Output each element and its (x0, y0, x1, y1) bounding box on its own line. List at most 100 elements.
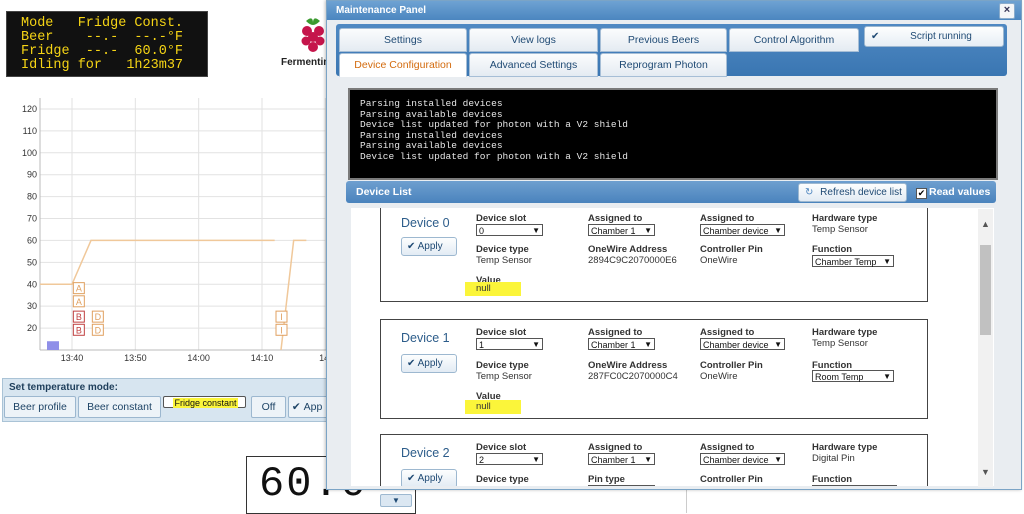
onewire-address-value: 287FC0C2070000C4 (588, 371, 678, 382)
assigned-to-label-2: Assigned to (700, 327, 755, 338)
lcd-row-beer: Beer --.- --.-°F (21, 30, 184, 45)
off-button[interactable]: Off (251, 396, 286, 418)
console-line: Device list updated for photon with a V2… (360, 119, 628, 130)
hardware-type-label: Hardware type (812, 442, 878, 453)
tab-reprogram-photon[interactable]: Reprogram Photon (600, 53, 727, 77)
device-type-value: Temp Sensor (476, 371, 532, 382)
divider (686, 488, 687, 513)
assigned-to-value: Chamber 1 (591, 226, 636, 236)
device-slot-value: 1 (479, 340, 485, 350)
annotation-label: B (76, 325, 82, 335)
device-name: Device 2 (401, 446, 450, 460)
check-icon: ✔ (407, 358, 416, 369)
device-name: Device 0 (401, 216, 450, 230)
chart-svg: 20 30 40 50 60 70 80 90 100 110 120 13:40 13:50 14:00… (22, 98, 332, 363)
data-bar (47, 341, 59, 350)
assigned-to-select[interactable]: Chamber 1 ▼ (588, 338, 655, 350)
assigned-to-label-2: Assigned to (700, 213, 755, 224)
refresh-device-list-button[interactable]: ↻ Refresh device list (798, 183, 907, 202)
tab-previous-beers[interactable]: Previous Beers (600, 28, 727, 52)
apply-device-button[interactable]: ✔ Apply (401, 237, 457, 256)
beer-profile-button[interactable]: Beer profile (4, 396, 76, 418)
lcd-row-fridge: Fridge --.- 60.0°F (21, 44, 184, 59)
device-slot-select[interactable]: 0 ▼ (476, 224, 543, 236)
assigned-to-value: Chamber 1 (591, 340, 636, 350)
script-status-button[interactable]: ✔ Script running (864, 26, 1004, 47)
assigned-to-label: Assigned to (588, 327, 643, 338)
device-slot-select[interactable]: 2 ▼ (476, 453, 543, 465)
check-icon: ✔ (407, 241, 416, 252)
console-line: Parsing available devices (360, 140, 503, 151)
beer-constant-button[interactable]: Beer constant (78, 396, 161, 418)
device-slot-label: Device slot (476, 213, 527, 224)
assigned-to-select[interactable]: Chamber 1 ▼ (588, 224, 655, 236)
device-type-value: Temp Sensor (476, 255, 532, 266)
assigned-device-select[interactable]: Chamber device ▼ (700, 224, 785, 236)
controller-pin-value: OneWire (700, 371, 738, 382)
log-console: Parsing installed devices Parsing availa… (348, 88, 998, 180)
tab-advanced-settings[interactable]: Advanced Settings (469, 53, 598, 77)
device-slot-select[interactable]: 1 ▼ (476, 338, 543, 350)
y-tick-label: 70 (27, 214, 37, 224)
annotation-label: D (95, 325, 102, 335)
x-tick-label: 14:00 (187, 353, 210, 363)
y-tick-label: 30 (27, 301, 37, 311)
raspberry-logo-icon (298, 15, 328, 55)
apply-device-button[interactable]: ✔ Apply (401, 354, 457, 373)
refresh-icon: ↻ (805, 187, 814, 198)
assigned-to-value: Chamber 1 (591, 455, 636, 465)
tab-device-configuration[interactable]: Device Configuration (339, 53, 467, 77)
device-value: null (465, 282, 521, 296)
annotation-label: B (76, 312, 82, 322)
device-name: Device 1 (401, 331, 450, 345)
function-label: Function (812, 474, 853, 485)
device-list-scrollbar[interactable]: ▲ ▼ (978, 209, 993, 487)
onewire-address-label: OneWire Address (588, 244, 668, 255)
device-slot-label: Device slot (476, 442, 527, 453)
temperature-chart: 20 30 40 50 60 70 80 90 100 110 120 13:40 13:50 14:00… (0, 88, 332, 368)
y-tick-label: 60 (27, 235, 37, 245)
annotation-label: I (280, 312, 283, 322)
tab-settings[interactable]: Settings (339, 28, 467, 52)
assigned-device-select[interactable]: Chamber device ▼ (700, 453, 785, 465)
chevron-down-icon[interactable]: ▼ (380, 494, 412, 507)
x-tick-label: 14: (319, 353, 326, 363)
tab-control-algorithm[interactable]: Control Algorithm (729, 28, 859, 52)
read-values-checkbox[interactable]: ✔ (916, 188, 927, 199)
close-icon[interactable]: × (999, 3, 1015, 19)
y-tick-label: 120 (22, 104, 37, 114)
annotation-label: D (95, 312, 102, 322)
scrollbar-thumb[interactable] (980, 245, 991, 335)
lcd-row-state: Idling for 1h23m37 (21, 58, 184, 73)
lcd-display: Mode Fridge Const. Beer --.- --.-°F Frid… (6, 11, 208, 77)
apply-label: Apply (417, 358, 443, 369)
device-slot-value: 0 (479, 226, 485, 236)
apply-device-button[interactable]: ✔ Apply (401, 469, 457, 486)
pin-type-select[interactable]: ▼ (588, 485, 655, 486)
assigned-to-label-2: Assigned to (700, 442, 755, 453)
scroll-down-icon[interactable]: ▼ (978, 465, 993, 479)
x-tick-label: 13:50 (124, 353, 147, 363)
device-slot-label: Device slot (476, 327, 527, 338)
function-select[interactable]: ▼ (812, 485, 897, 486)
assigned-to-select[interactable]: Chamber 1 ▼ (588, 453, 655, 465)
function-select[interactable]: Chamber Temp ▼ (812, 255, 894, 267)
fridge-constant-button[interactable]: Fridge constant (163, 396, 246, 408)
check-icon: ✔ (407, 473, 416, 484)
device-list-title: Device List (356, 186, 412, 198)
assigned-device-select[interactable]: Chamber device ▼ (700, 338, 785, 350)
annotation-label: I (280, 325, 283, 335)
apply-mode-button[interactable]: ✔ App (288, 396, 330, 418)
controller-pin-label: Controller Pin (700, 244, 763, 255)
tab-view-logs[interactable]: View logs (469, 28, 598, 52)
dialog-title-bar[interactable]: Maintenance Panel × (327, 1, 1021, 20)
function-select[interactable]: Room Temp ▼ (812, 370, 894, 382)
device-card: Device 0 ✔ Apply Device slot 0 ▼ Assigned… (380, 208, 928, 302)
device-type-label: Device type (476, 474, 529, 485)
controller-pin-value: OneWire (700, 255, 738, 266)
y-tick-label: 20 (27, 323, 37, 333)
scroll-up-icon[interactable]: ▲ (978, 217, 993, 231)
device-slot-value: 2 (479, 455, 485, 465)
refresh-device-list-label: Refresh device list (820, 187, 902, 198)
y-tick-label: 80 (27, 192, 37, 202)
